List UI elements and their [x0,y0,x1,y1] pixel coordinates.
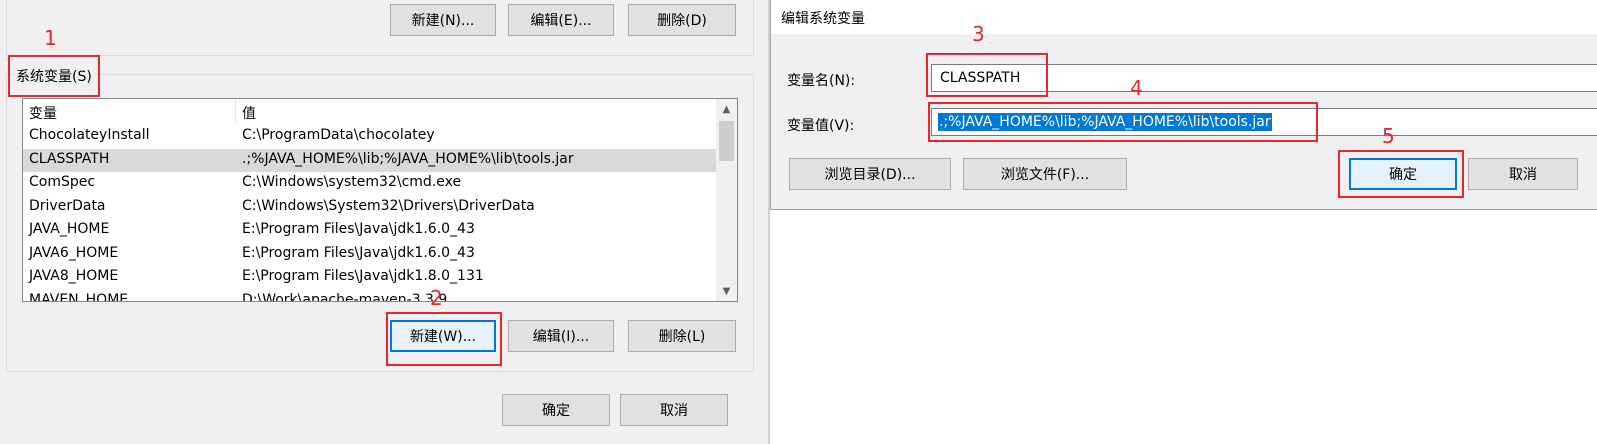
table-row[interactable]: MAVEN_HOME D:\Work\apache-maven-3.3.9 [23,290,717,302]
list-header: 变量 值 [23,99,717,123]
column-header-value[interactable]: 值 [242,103,256,123]
annotation-number-4: 4 [1130,76,1143,100]
env-ok-button[interactable]: 确定 [502,394,610,426]
table-row[interactable]: JAVA8_HOME E:\Program Files\Java\jdk1.8.0… [23,266,717,290]
row-variable-value: E:\Program Files\Java\jdk1.6.0_43 [242,244,475,261]
table-row[interactable]: DriverData C:\Windows\System32\Drivers\Dr… [23,196,717,220]
user-delete-button[interactable]: 删除(D) [628,4,736,36]
annotation-number-2: 2 [430,286,443,310]
row-variable-name: JAVA_HOME [29,221,110,237]
table-row[interactable]: JAVA6_HOME E:\Program Files\Java\jdk1.6.0… [23,243,717,267]
annotation-number-3: 3 [972,22,985,46]
environment-variables-pane: 新建(N)... 编辑(E)... 删除(D) 系统变量(S) 变量 值 Cho… [0,0,768,444]
annotation-number-1: 1 [44,26,57,50]
row-variable-name: MAVEN_HOME [29,291,129,302]
column-header-name[interactable]: 变量 [29,103,57,123]
scroll-down-icon[interactable]: ▼ [716,281,737,301]
dialog-cancel-button[interactable]: 取消 [1468,158,1578,190]
browse-file-button[interactable]: 浏览文件(F)... [963,158,1127,190]
row-variable-value: C:\Windows\system32\cmd.exe [242,174,462,190]
table-row[interactable]: CLASSPATH .;%JAVA_HOME%\lib;%JAVA_HOME%\l… [23,148,717,172]
annotation-box-5 [1338,150,1464,198]
row-variable-name: JAVA6_HOME [29,244,119,261]
user-new-button[interactable]: 新建(N)... [390,4,496,36]
row-variable-name: ChocolateyInstall [29,127,150,143]
table-row[interactable]: ChocolateyInstall C:\ProgramData\chocolat… [23,125,717,149]
row-variable-value: C:\Windows\System32\Drivers\DriverData [242,197,535,214]
env-cancel-button[interactable]: 取消 [620,394,728,426]
row-variable-name: JAVA8_HOME [29,268,119,284]
user-edit-button[interactable]: 编辑(E)... [508,4,614,36]
row-variable-name: DriverData [29,197,106,214]
column-separator[interactable] [235,99,236,123]
table-row[interactable]: ComSpec C:\Windows\system32\cmd.exe [23,172,717,196]
annotation-box-3 [926,53,1048,97]
vertical-scrollbar[interactable]: ▲ ▼ [716,99,737,301]
variable-value-label: 变量值(V): [787,118,855,134]
annotation-box-1 [8,55,100,97]
table-row[interactable]: JAVA_HOME E:\Program Files\Java\jdk1.6.0_… [23,219,717,243]
scroll-up-icon[interactable]: ▲ [716,99,737,119]
scroll-thumb[interactable] [719,121,734,161]
variable-name-label: 变量名(N): [787,73,856,89]
system-edit-button[interactable]: 编辑(I)... [508,320,614,352]
system-delete-button[interactable]: 删除(L) [628,320,736,352]
dialog-titlebar[interactable]: 编辑系统变量 [771,0,1597,34]
row-variable-name: ComSpec [29,174,96,190]
row-variable-value: .;%JAVA_HOME%\lib;%JAVA_HOME%\lib\tools.… [242,150,574,167]
row-variable-value: C:\ProgramData\chocolatey [242,127,435,143]
dialog-title: 编辑系统变量 [781,11,865,27]
list-rows: ChocolateyInstall C:\ProgramData\chocolat… [23,125,717,302]
browse-directory-button[interactable]: 浏览目录(D)... [789,158,951,190]
row-variable-name: CLASSPATH [29,150,110,167]
system-variables-list[interactable]: 变量 值 ChocolateyInstall C:\ProgramData\cho… [22,98,738,302]
row-variable-value: E:\Program Files\Java\jdk1.8.0_131 [242,268,484,284]
row-variable-value: D:\Work\apache-maven-3.3.9 [242,291,448,302]
annotation-box-2 [386,312,502,366]
row-variable-value: E:\Program Files\Java\jdk1.6.0_43 [242,221,475,237]
annotation-box-4 [928,102,1318,142]
annotation-number-5: 5 [1382,124,1395,148]
